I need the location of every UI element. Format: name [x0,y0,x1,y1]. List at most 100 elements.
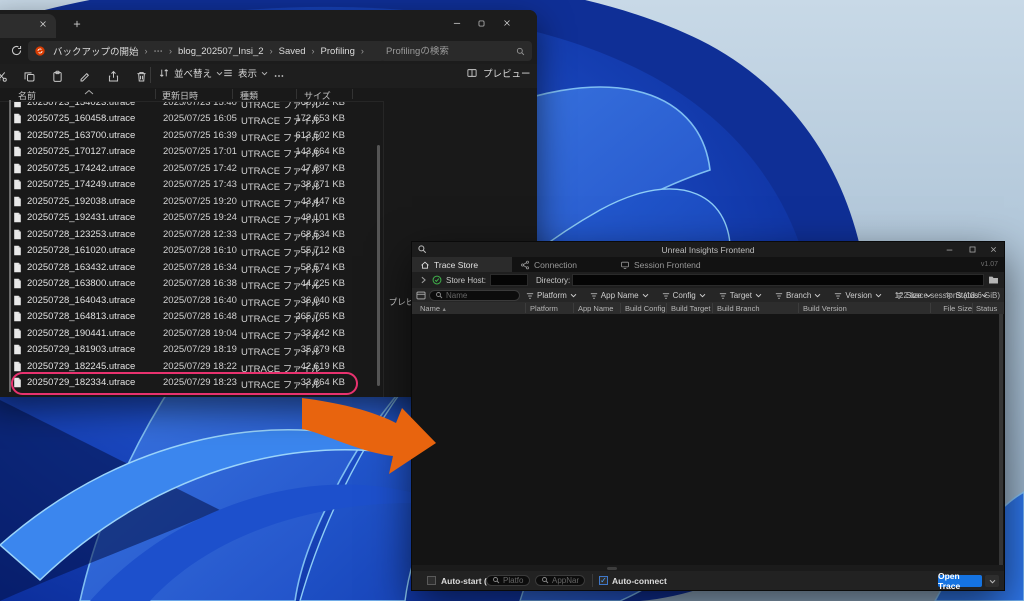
store-host-input[interactable] [490,274,528,286]
tab-session-frontend[interactable]: Session Frontend [612,257,727,272]
open-trace-button[interactable]: Open Trace [938,575,982,587]
file-row[interactable]: 20250725_160458.utrace2025/07/25 16:05UT… [0,111,376,128]
file-row[interactable]: 20250728_123253.utrace2025/07/28 12:33UT… [0,226,376,243]
table-column-7[interactable]: File Size [943,304,972,313]
file-row[interactable]: 20250725_174249.utrace2025/07/25 17:43UT… [0,177,376,194]
column-divider[interactable] [232,89,233,99]
close-icon[interactable] [989,245,998,254]
table-column-5[interactable]: Build Branch [717,304,760,313]
column-header-0[interactable]: 名前 [18,89,36,102]
file-row[interactable]: 20250725_170127.utrace2025/07/25 17:01UT… [0,144,376,161]
table-vscrollbar-track[interactable] [999,314,1003,565]
tab-trace-store[interactable]: Trace Store [412,257,512,272]
table-column-6[interactable]: Build Version [803,304,847,313]
file-row[interactable]: 20250728_163800.utrace2025/07/28 16:38UT… [0,276,376,293]
minimize-icon[interactable] [445,14,469,32]
file-row[interactable]: 20250725_163700.utrace2025/07/25 16:39UT… [0,127,376,144]
table-column-divider[interactable] [972,303,973,313]
minimize-icon[interactable] [945,245,954,254]
column-header-3[interactable]: サイズ [304,89,331,102]
search-box[interactable] [380,41,532,61]
breadcrumb-item[interactable]: ⋯ [150,46,168,57]
breadcrumb-item[interactable]: Saved [275,46,310,57]
sessions-table-body[interactable] [412,314,1004,565]
file-row[interactable]: 20250728_164813.utrace2025/07/28 16:48UT… [0,309,376,326]
insights-title-bar[interactable]: Unreal Insights Frontend [412,242,1004,257]
tab-connection[interactable]: Connection [512,257,612,272]
close-icon[interactable] [495,14,519,32]
table-column-0[interactable]: Name ▲ [420,304,447,313]
table-column-divider[interactable] [620,303,621,313]
table-vscrollbar-thumb[interactable] [999,314,1003,565]
filter-app-name-button[interactable]: App Name [590,291,649,300]
breadcrumb-item[interactable]: Profiling [317,46,359,57]
breadcrumb[interactable]: バックアップの開始›⋯›blog_202507_Insi_2›Saved›Pro… [28,41,385,61]
new-tab-icon[interactable] [72,19,82,29]
filter-target-button[interactable]: Target [719,291,762,300]
table-column-divider[interactable] [666,303,667,313]
table-hscrollbar-thumb[interactable] [607,567,617,570]
copy-icon[interactable] [18,66,40,86]
rename-icon[interactable] [74,66,96,86]
maximize-icon[interactable] [968,245,977,254]
file-row[interactable]: 20250728_163432.utrace2025/07/28 16:34UT… [0,259,376,276]
expander-chevron-icon[interactable] [420,276,427,284]
maximize-icon[interactable] [469,14,493,32]
table-column-divider[interactable] [525,303,526,313]
name-filter-input[interactable] [446,291,514,300]
name-filter-box[interactable] [429,290,520,301]
auto-start-checkbox[interactable] [427,576,436,585]
file-row[interactable]: 20250725_192431.utrace2025/07/25 19:24UT… [0,210,376,227]
table-column-divider[interactable] [573,303,574,313]
table-column-divider[interactable] [930,303,931,313]
cut-icon[interactable] [0,66,12,86]
search-icon[interactable] [515,46,526,57]
platform-filter-input[interactable] [503,576,524,585]
appname-filter-input[interactable] [552,576,579,585]
tab-close-icon[interactable] [38,19,48,29]
open-trace-dropdown-button[interactable] [985,575,999,587]
file-row[interactable]: 20250725_192038.utrace2025/07/25 19:20UT… [0,193,376,210]
table-column-4[interactable]: Build Target [671,304,710,313]
appname-filter-box[interactable] [535,575,585,586]
browse-folder-icon[interactable] [988,275,999,285]
panel-toggle-icon[interactable] [416,291,426,300]
file-row[interactable]: 20250725_174242.utrace2025/07/25 17:42UT… [0,160,376,177]
table-column-1[interactable]: Platform [530,304,558,313]
file-row[interactable]: 20250728_190441.utrace2025/07/28 19:04UT… [0,325,376,342]
file-row[interactable]: 20250729_181903.utrace2025/07/29 18:19UT… [0,342,376,359]
preview-toggle-button[interactable]: プレビュー [466,66,531,80]
table-column-2[interactable]: App Name [578,304,613,313]
column-divider[interactable] [352,89,353,99]
auto-connect-checkbox[interactable]: ✓ [599,576,608,585]
explorer-active-tab[interactable] [0,14,56,38]
more-options-icon[interactable] [268,66,290,86]
sessions-table-header[interactable]: Name ▲ Platform App Name Build Config Build … [412,302,1004,314]
directory-input[interactable] [572,274,984,286]
platform-filter-box[interactable] [486,575,530,586]
file-list-scrollbar[interactable] [377,145,380,386]
file-list[interactable]: 20250723_154023.utrace2025/07/23 15:40UT… [0,94,376,394]
table-column-3[interactable]: Build Config [625,304,665,313]
refresh-icon[interactable] [10,44,23,57]
table-column-divider[interactable] [798,303,799,313]
paste-icon[interactable] [46,66,68,86]
column-divider[interactable] [155,89,156,99]
file-row[interactable]: 20250728_161020.utrace2025/07/28 16:10UT… [0,243,376,260]
delete-icon[interactable] [130,66,152,86]
search-input[interactable] [386,46,515,57]
view-button[interactable]: 表示 [222,66,268,80]
file-row[interactable]: 20250728_164043.utrace2025/07/28 16:40UT… [0,292,376,309]
breadcrumb-item[interactable]: バックアップの開始 [49,44,143,58]
sort-button[interactable]: 並べ替え [158,66,223,80]
breadcrumb-item[interactable]: blog_202507_Insi_2 [174,46,268,57]
nav-pane-scrollbar[interactable] [9,100,11,392]
table-column-8[interactable]: Status [976,304,997,313]
column-divider[interactable] [296,89,297,99]
filter-branch-button[interactable]: Branch [775,291,821,300]
file-list-header[interactable]: 名前 更新日時 種類 サイズ [0,88,384,102]
column-header-1[interactable]: 更新日時 [162,89,198,102]
filter-version-button[interactable]: Version [834,291,882,300]
filter-platform-button[interactable]: Platform [526,291,577,300]
column-header-2[interactable]: 種類 [240,89,258,102]
